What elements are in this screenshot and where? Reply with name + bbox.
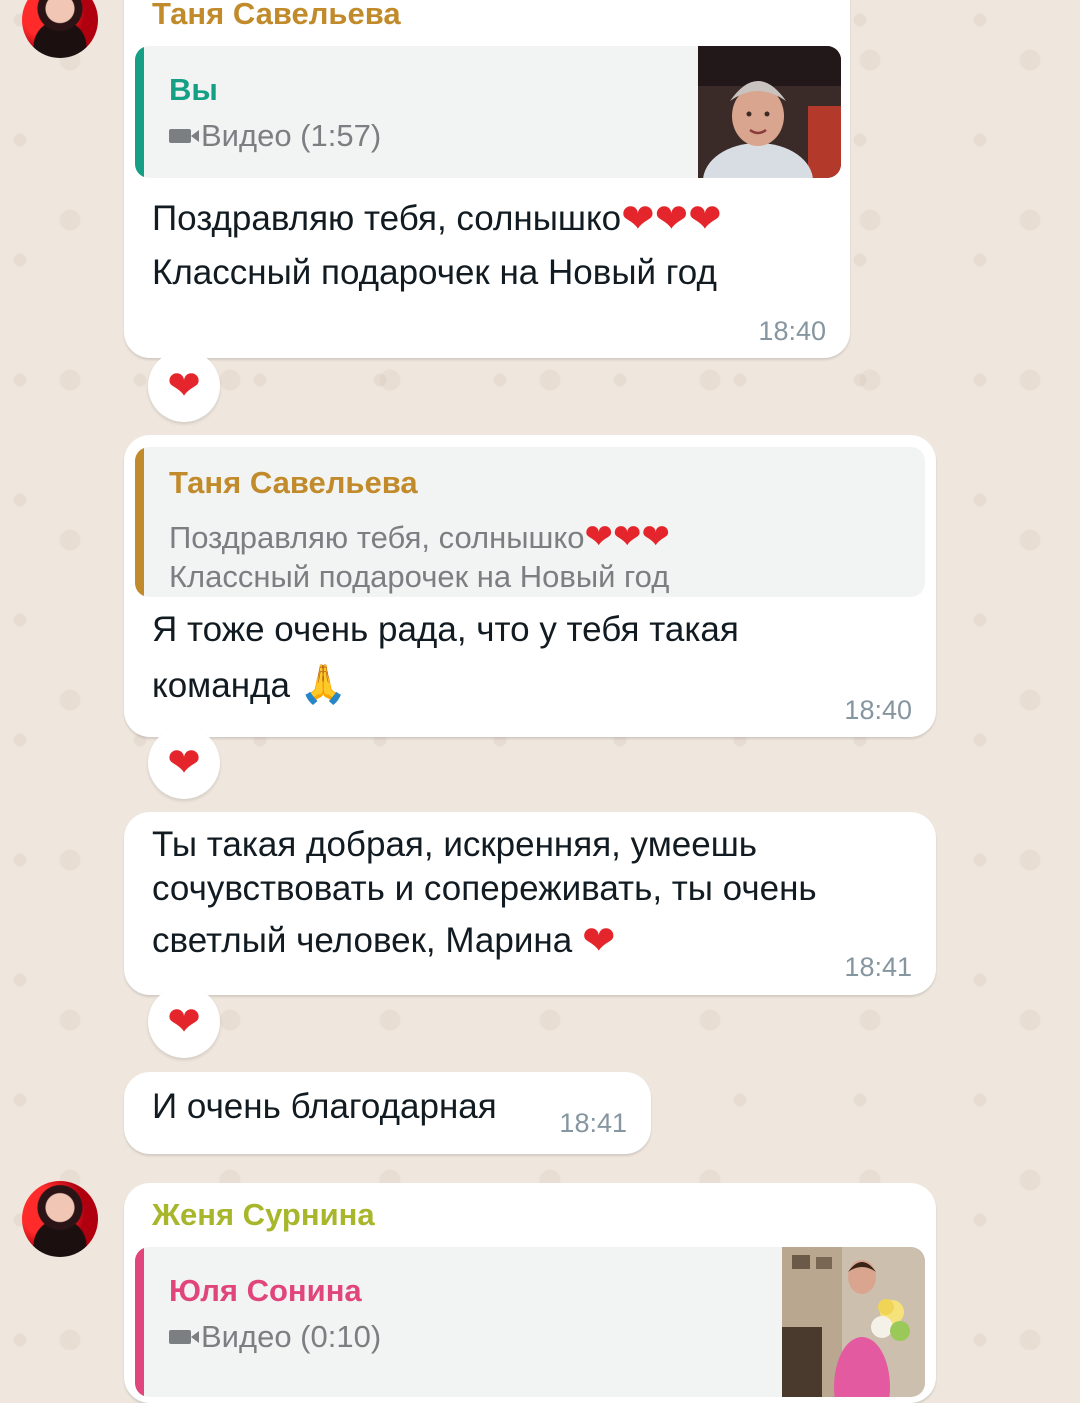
video-camera-icon xyxy=(169,1329,199,1344)
message-text: Поздравляю тебя, солнышко❤❤❤ xyxy=(152,196,722,242)
reaction-badge[interactable]: ❤ xyxy=(148,986,220,1058)
reply-text: Поздравляю тебя, солнышко❤❤❤ xyxy=(169,517,670,557)
sender-name[interactable]: Женя Сурнина xyxy=(152,1197,375,1233)
reply-bar xyxy=(135,46,144,178)
heart-emoji: ❤ xyxy=(581,918,616,964)
video-camera-icon xyxy=(169,128,199,143)
sender-avatar[interactable] xyxy=(22,1181,98,1257)
reaction-badge[interactable]: ❤ xyxy=(148,350,220,422)
message-bubble[interactable]: Женя Сурнина Юля Сонина Видео (0:10) xyxy=(124,1183,936,1403)
reply-author: Вы xyxy=(169,72,218,107)
quoted-video-reply[interactable]: Вы Видео (1:57) xyxy=(135,46,841,178)
video-thumbnail[interactable] xyxy=(698,46,841,178)
quoted-video-reply[interactable]: Юля Сонина Видео (0:10) xyxy=(135,1247,925,1397)
praying-hands-emoji: 🙏 xyxy=(299,662,347,706)
reply-bar xyxy=(135,1247,144,1397)
message-time: 18:40 xyxy=(758,316,826,346)
reply-author: Юля Сонина xyxy=(169,1273,362,1308)
message-text: И очень благодарная xyxy=(152,1087,497,1126)
message-bubble[interactable]: И очень благодарная 18:41 xyxy=(124,1072,651,1154)
message-time: 18:40 xyxy=(844,695,912,725)
message-text: сочувствовать и сопереживать, ты очень xyxy=(152,869,817,908)
sender-name[interactable]: Таня Савельева xyxy=(152,0,401,32)
message-text: Классный подарочек на Новый год xyxy=(152,253,717,292)
message-bubble[interactable]: Таня Савельева Вы Видео (1:57) Поздравля… xyxy=(124,0,850,358)
message-text: Я тоже очень рада, что у тебя такая xyxy=(152,610,739,649)
heart-emoji: ❤❤❤ xyxy=(584,517,670,557)
heart-icon: ❤ xyxy=(167,740,201,786)
message-time: 18:41 xyxy=(844,952,912,982)
reply-bar xyxy=(135,447,144,597)
message-bubble[interactable]: Ты такая добрая, искренняя, умеешь сочув… xyxy=(124,812,936,995)
message-text: команда 🙏 xyxy=(152,657,347,713)
heart-emoji: ❤❤❤ xyxy=(621,196,722,242)
message-text: светлый человек, Марина ❤ xyxy=(152,918,616,964)
reply-author: Таня Савельева xyxy=(169,465,418,500)
message-bubble[interactable]: Таня Савельева Поздравляю тебя, солнышко… xyxy=(124,435,936,737)
video-thumbnail[interactable] xyxy=(782,1247,925,1397)
heart-icon: ❤ xyxy=(167,363,201,409)
heart-icon: ❤ xyxy=(167,999,201,1045)
reply-video-label: Видео (1:57) xyxy=(169,118,381,154)
message-time: 18:41 xyxy=(559,1108,627,1138)
quoted-reply[interactable]: Таня Савельева Поздравляю тебя, солнышко… xyxy=(135,447,925,597)
reaction-badge[interactable]: ❤ xyxy=(148,727,220,799)
reply-text: Классный подарочек на Новый год xyxy=(169,559,670,594)
